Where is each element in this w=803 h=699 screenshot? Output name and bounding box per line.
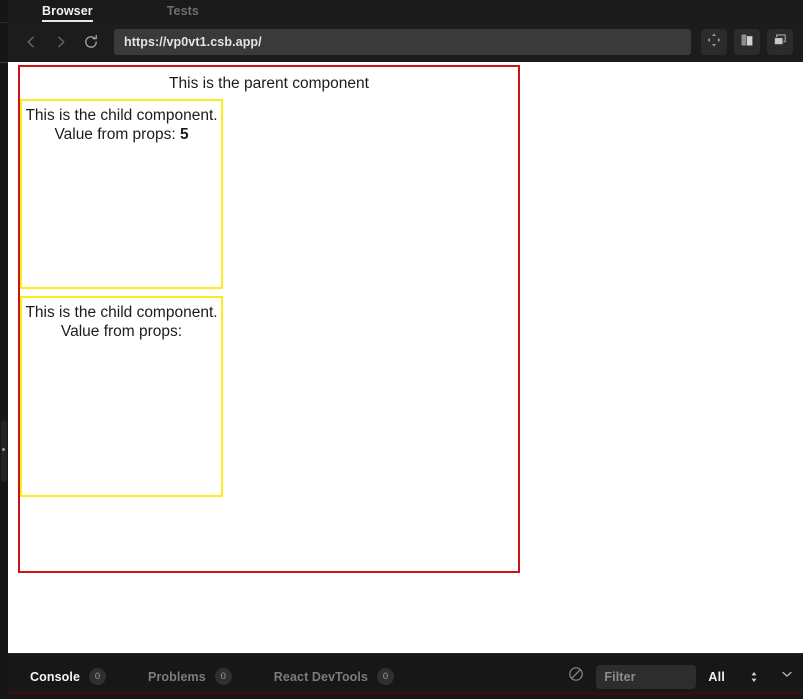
child-component-1-line1: This is the child component. — [25, 106, 218, 124]
back-button[interactable] — [16, 28, 46, 56]
console-log-level-select[interactable]: All — [708, 669, 759, 685]
chevron-down-icon — [780, 667, 794, 686]
preview-tabstrip: Browser Tests — [8, 0, 803, 22]
tab-tests-label: Tests — [166, 4, 199, 18]
child-component-1-props-label: Value from props: — [54, 125, 176, 143]
reload-icon — [83, 34, 99, 50]
statusbar-tab-console-label: Console — [30, 669, 81, 684]
tab-tests[interactable]: Tests — [151, 0, 215, 22]
child-component-1: This is the child component. Value from … — [20, 98, 223, 289]
split-view-icon — [739, 32, 755, 53]
statusbar-tabs: Console 0 Problems 0 React DevTools 0 — [8, 668, 564, 685]
console-filter-placeholder: Filter — [604, 669, 636, 684]
gutter-divider-top — [0, 22, 8, 23]
panel-resize-handle[interactable] — [1, 420, 7, 482]
statusbar-tab-react-devtools-badge: 0 — [377, 668, 395, 685]
forward-button[interactable] — [46, 28, 76, 56]
tab-browser-label: Browser — [42, 4, 93, 18]
statusbar-tab-problems-label: Problems — [148, 669, 206, 684]
statusbar-tab-react-devtools[interactable]: React DevTools 0 — [273, 668, 395, 685]
browser-toolbar: https://vp0vt1.csb.app/ — [8, 22, 803, 62]
parent-component-title: This is the parent component — [169, 75, 369, 92]
tab-browser[interactable]: Browser — [26, 0, 109, 22]
parent-component: This is the parent component This is the… — [18, 65, 520, 573]
open-in-new-window-icon — [772, 32, 788, 53]
console-filter-input[interactable]: Filter — [596, 664, 697, 689]
statusbar-tab-react-devtools-label: React DevTools — [273, 669, 369, 684]
clear-console-button[interactable] — [564, 665, 588, 689]
child-component-2: This is the child component. Value from … — [20, 295, 223, 497]
chevron-left-icon — [24, 35, 38, 49]
responsive-mode-button[interactable] — [701, 29, 727, 55]
console-log-level-value: All — [708, 669, 725, 684]
child-component-2-props-label: Value from props: — [60, 322, 183, 340]
child-component-1-line2: Value from props: 5 — [22, 125, 221, 144]
stepper-up-down-icon[interactable] — [749, 669, 759, 685]
collapse-console-button[interactable] — [777, 667, 797, 687]
child-component-2-line2: Value from props: — [22, 322, 221, 341]
bottom-accent-line — [8, 692, 803, 694]
codesandbox-preview-window: Browser Tests https://vp0vt1.csb.app/ Th… — [0, 0, 803, 699]
statusbar-tab-problems-badge: 0 — [214, 668, 232, 685]
open-in-new-window-button[interactable] — [767, 29, 793, 55]
console-controls: Filter All — [564, 664, 803, 689]
url-text: https://vp0vt1.csb.app/ — [124, 35, 262, 49]
statusbar-tab-problems[interactable]: Problems 0 — [148, 668, 232, 685]
statusbar-tab-console[interactable]: Console 0 — [30, 668, 107, 685]
reload-button[interactable] — [76, 28, 106, 56]
split-view-button[interactable] — [734, 29, 760, 55]
statusbar-tab-console-badge: 0 — [89, 668, 107, 685]
child-component-2-line1: This is the child component. — [25, 303, 218, 321]
left-gutter — [0, 0, 8, 699]
clear-console-icon — [568, 666, 584, 687]
chevron-right-icon — [54, 35, 68, 49]
panel-resize-handle-dot — [2, 448, 5, 451]
preview-iframe: This is the parent component This is the… — [8, 62, 803, 653]
responsive-mode-icon — [706, 32, 722, 53]
gutter-divider-mid — [0, 62, 8, 63]
url-bar[interactable]: https://vp0vt1.csb.app/ — [114, 29, 691, 55]
child-component-1-props-value: 5 — [179, 125, 189, 143]
